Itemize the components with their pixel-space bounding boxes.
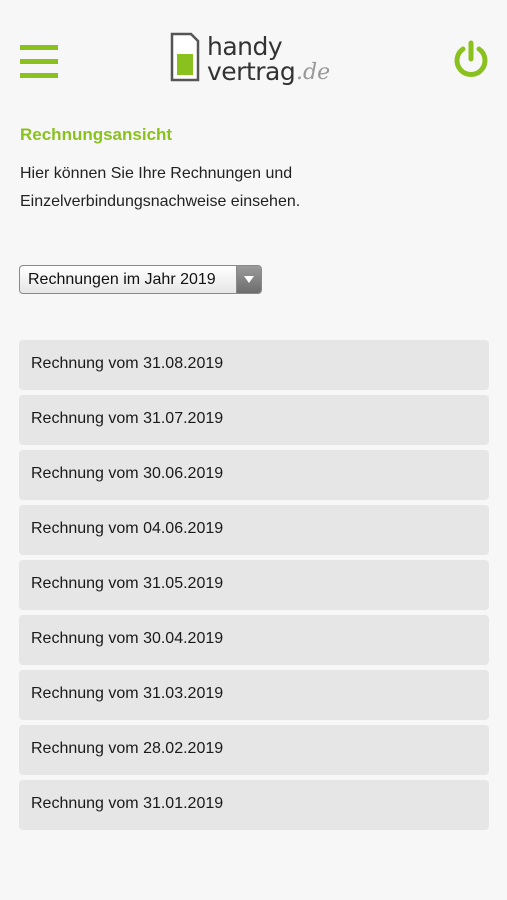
intro-text: Hier können Sie Ihre Rechnungen und Einz… <box>20 165 301 210</box>
chevron-down-icon <box>244 276 254 283</box>
invoice-row[interactable]: Rechnung vom 30.06.2019 <box>19 450 489 500</box>
invoice-label: Rechnung vom 31.08.2019 <box>31 355 224 372</box>
power-icon[interactable] <box>451 40 491 80</box>
invoice-label: Rechnung vom 30.04.2019 <box>31 630 224 647</box>
logo-text-suffix: .de <box>296 60 331 85</box>
invoice-label: Rechnung vom 31.07.2019 <box>31 410 224 427</box>
logo: handy vertrag .de <box>170 30 350 90</box>
invoice-label: Rechnung vom 31.05.2019 <box>31 575 224 592</box>
invoice-label: Rechnung vom 31.01.2019 <box>31 795 224 812</box>
invoice-row[interactable]: Rechnung vom 04.06.2019 <box>19 505 489 555</box>
invoice-row[interactable]: Rechnung vom 31.05.2019 <box>19 560 489 610</box>
year-select-value: Rechnungen im Jahr 2019 <box>28 271 216 288</box>
invoice-label: Rechnung vom 04.06.2019 <box>31 520 224 537</box>
invoice-label: Rechnung vom 30.06.2019 <box>31 465 224 482</box>
invoice-row[interactable]: Rechnung vom 30.04.2019 <box>19 615 489 665</box>
invoice-row[interactable]: Rechnung vom 31.03.2019 <box>19 670 489 720</box>
invoice-label: Rechnung vom 28.02.2019 <box>31 740 224 757</box>
invoice-label: Rechnung vom 31.03.2019 <box>31 685 224 702</box>
invoice-row[interactable]: Rechnung vom 28.02.2019 <box>19 725 489 775</box>
invoice-row[interactable]: Rechnung vom 31.08.2019 <box>19 340 489 390</box>
hamburger-menu-icon[interactable] <box>20 45 58 78</box>
invoice-list: Rechnung vom 31.08.2019 Rechnung vom 31.… <box>19 340 489 835</box>
year-select[interactable]: Rechnungen im Jahr 2019 <box>19 265 262 294</box>
invoice-row[interactable]: Rechnung vom 31.07.2019 <box>19 395 489 445</box>
logo-text-vertrag: vertrag <box>207 57 296 86</box>
page-title: Rechnungsansicht <box>20 125 173 144</box>
select-arrow-button[interactable] <box>236 266 261 293</box>
invoice-row[interactable]: Rechnung vom 31.01.2019 <box>19 780 489 830</box>
app-header: handy vertrag .de <box>0 0 507 110</box>
sim-card-icon <box>170 32 200 82</box>
